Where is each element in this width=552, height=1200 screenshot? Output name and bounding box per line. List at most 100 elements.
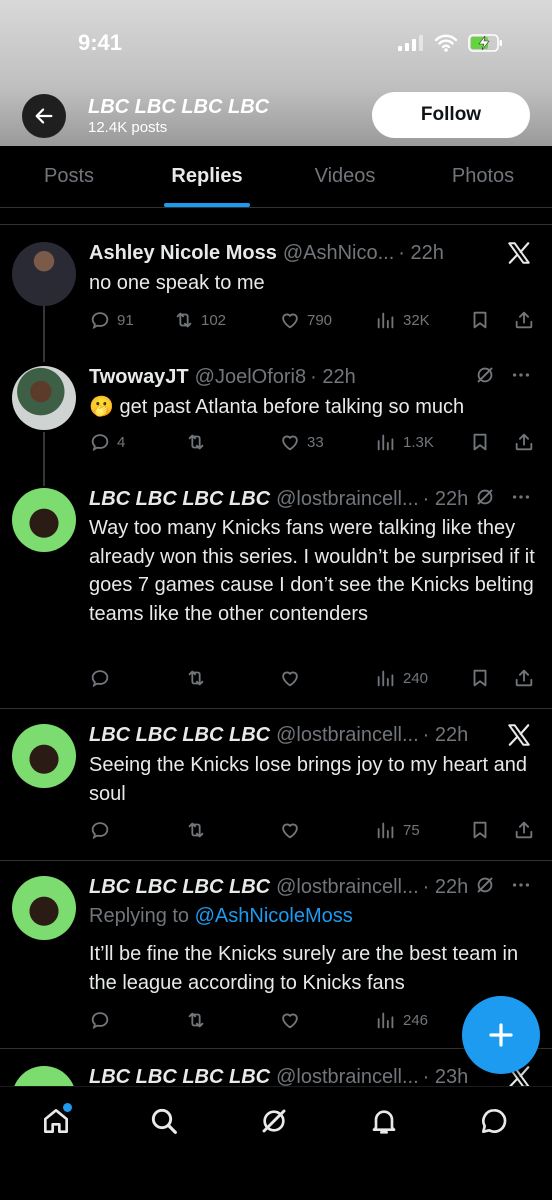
- reply-icon: [89, 667, 111, 689]
- messages-icon: [482, 1108, 507, 1133]
- author-handle[interactable]: @lostbraincell...: [276, 488, 419, 511]
- views-button[interactable]: 32K: [375, 307, 430, 333]
- status-icons: [398, 34, 504, 52]
- reply-button[interactable]: [89, 665, 111, 691]
- author-name[interactable]: LBC LBC LBC LBC: [89, 488, 270, 511]
- like-button[interactable]: 33: [279, 429, 324, 455]
- avatar[interactable]: [12, 876, 76, 940]
- follow-button[interactable]: Follow: [372, 92, 530, 138]
- share-icon: [513, 819, 535, 841]
- view-count: 246: [403, 1011, 429, 1029]
- views-button[interactable]: 240: [375, 665, 428, 691]
- tweet-actions: 75: [89, 817, 539, 843]
- repost-button[interactable]: 102: [173, 307, 226, 333]
- cellular-signal-icon: [398, 35, 423, 51]
- compose-icon: [489, 1023, 513, 1047]
- bookmark-button[interactable]: [469, 429, 491, 455]
- bookmark-button[interactable]: [469, 307, 491, 333]
- like-button[interactable]: [279, 1007, 301, 1033]
- nav-messages[interactable]: [474, 1101, 514, 1141]
- like-button[interactable]: [279, 665, 301, 691]
- divider: [0, 860, 552, 861]
- tweet-lbc-4[interactable]: LBC LBC LBC LBC @lostbraincell... · 23h: [0, 1064, 552, 1086]
- author-handle[interactable]: @AshNico...: [283, 242, 394, 265]
- author-name[interactable]: Ashley Nicole Moss: [89, 242, 277, 265]
- share-button[interactable]: [513, 817, 535, 843]
- author-handle[interactable]: @lostbraincell...: [276, 876, 419, 899]
- tab-videos[interactable]: Videos: [276, 146, 414, 207]
- share-button[interactable]: [513, 429, 535, 455]
- author-name[interactable]: LBC LBC LBC LBC: [89, 876, 270, 899]
- reply-button[interactable]: 91: [89, 307, 134, 333]
- nav-home[interactable]: [36, 1101, 76, 1141]
- bookmark-icon: [469, 819, 491, 841]
- reply-button[interactable]: 4: [89, 429, 125, 455]
- view-count: 240: [403, 669, 429, 687]
- author-handle[interactable]: @lostbraincell...: [276, 1066, 419, 1087]
- tab-replies[interactable]: Replies: [138, 146, 276, 207]
- grok-icon[interactable]: [474, 364, 496, 386]
- reply-button[interactable]: [89, 1007, 111, 1033]
- share-button[interactable]: [513, 307, 535, 333]
- nav-notifications[interactable]: [364, 1101, 404, 1141]
- avatar[interactable]: [12, 242, 76, 306]
- grok-icon[interactable]: [474, 874, 496, 896]
- divider: [0, 708, 552, 709]
- author-handle[interactable]: @lostbraincell...: [276, 724, 419, 747]
- tweet-header: LBC LBC LBC LBC @lostbraincell... · 22h: [89, 874, 532, 900]
- compose-button[interactable]: [462, 996, 540, 1074]
- author-name[interactable]: LBC LBC LBC LBC: [89, 724, 270, 747]
- like-button[interactable]: 790: [279, 307, 332, 333]
- tab-photos[interactable]: Photos: [414, 146, 552, 207]
- view-count: 32K: [403, 311, 430, 329]
- replying-prefix: Replying to: [89, 905, 195, 927]
- nav-grok[interactable]: [254, 1101, 294, 1141]
- avatar[interactable]: [12, 488, 76, 552]
- nav-search[interactable]: [144, 1101, 184, 1141]
- tweet-time: · 23h: [422, 1065, 469, 1087]
- like-icon: [279, 819, 301, 841]
- repost-button[interactable]: [185, 665, 207, 691]
- avatar[interactable]: [12, 724, 76, 788]
- thread-line: [43, 306, 45, 362]
- views-button[interactable]: 246: [375, 1007, 428, 1033]
- grok-icon[interactable]: [474, 486, 496, 508]
- like-icon: [279, 1009, 301, 1031]
- share-button[interactable]: [513, 665, 535, 691]
- reply-count: 4: [117, 433, 126, 451]
- bookmark-icon: [469, 309, 491, 331]
- bookmark-button[interactable]: [469, 817, 491, 843]
- author-handle[interactable]: @JoelOfori8: [195, 366, 306, 389]
- more-icon[interactable]: [510, 364, 532, 386]
- bookmark-button[interactable]: [469, 665, 491, 691]
- profile-name: LBC LBC LBC LBC: [88, 96, 270, 118]
- author-name[interactable]: LBC LBC LBC LBC: [89, 1066, 270, 1087]
- tweet-header: LBC LBC LBC LBC @lostbraincell... · 23h: [89, 1064, 532, 1086]
- more-icon[interactable]: [510, 874, 532, 896]
- repost-button[interactable]: [185, 429, 213, 455]
- author-name[interactable]: TwowayJT: [89, 366, 189, 389]
- like-button[interactable]: [279, 817, 301, 843]
- bell-icon: [372, 1110, 396, 1134]
- tweet-time: · 22h: [310, 365, 356, 388]
- views-button[interactable]: 1.3K: [375, 429, 434, 455]
- tab-posts[interactable]: Posts: [0, 146, 138, 207]
- like-count: 790: [307, 311, 333, 329]
- tweet-text: no one speak to me: [89, 272, 265, 294]
- tweet-text: 🫢 get past Atlanta before talking so muc…: [89, 396, 465, 418]
- replying-to-handle[interactable]: @AshNicoleMoss: [195, 905, 353, 927]
- reply-button[interactable]: [89, 817, 111, 843]
- arrow-left-icon: [35, 108, 53, 124]
- reply-count: 91: [117, 311, 134, 329]
- tweet-header: LBC LBC LBC LBC @lostbraincell... · 22h: [89, 722, 532, 748]
- repost-button[interactable]: [185, 1007, 207, 1033]
- avatar[interactable]: [12, 1066, 76, 1086]
- more-icon[interactable]: [510, 486, 532, 508]
- tweet-actions: 4 33 1.3K: [89, 429, 539, 455]
- back-button[interactable]: [22, 94, 66, 138]
- avatar[interactable]: [12, 366, 76, 430]
- views-icon: [375, 309, 397, 331]
- repost-button[interactable]: [185, 817, 207, 843]
- views-button[interactable]: 75: [375, 817, 420, 843]
- tweet-text: Way too many Knicks fans were talking li…: [89, 517, 535, 625]
